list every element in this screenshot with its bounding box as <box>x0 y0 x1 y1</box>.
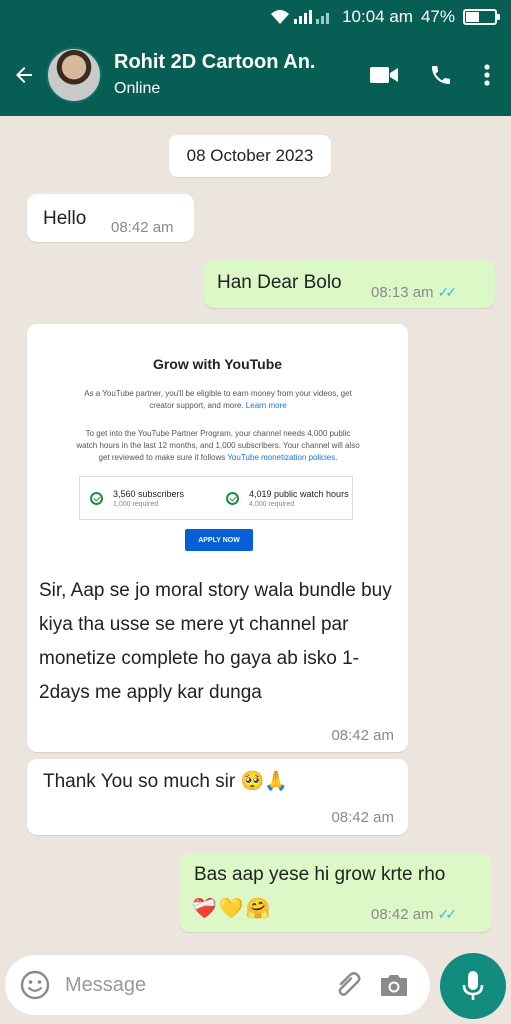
subscribers-stat: 3,560 subscribers 1,000 required <box>80 477 216 519</box>
message-text: Thank You so much sir 🥺🙏 <box>43 771 288 792</box>
yt-card-paragraph: As a YouTube partner, you'll be eligible… <box>76 388 360 412</box>
read-ticks-icon: ✓✓ <box>437 906 458 922</box>
message-outgoing[interactable]: Han Dear Bolo 08:13 am ✓✓ <box>204 260 495 308</box>
message-composer <box>5 955 430 1015</box>
more-options-button[interactable] <box>483 63 491 87</box>
read-ticks-icon: ✓✓ <box>437 284 458 300</box>
stat-required: 4,000 required <box>249 500 295 508</box>
signal-icon <box>294 9 330 24</box>
yt-para1-text: As a YouTube partner, you'll be eligible… <box>84 389 352 410</box>
yt-card-title: Grow with YouTube <box>152 356 283 372</box>
message-text: Sir, Aap se jo moral story wala bundle b… <box>39 580 392 703</box>
back-arrow-icon <box>16 66 32 83</box>
wifi-icon <box>271 9 290 24</box>
status-icons <box>270 9 334 25</box>
attach-icon <box>338 972 361 996</box>
message-incoming-image[interactable]: Grow with YouTube As a YouTube partner, … <box>27 324 408 752</box>
stat-value: 3,560 subscribers <box>113 488 185 499</box>
battery-percent: 47% <box>420 6 455 26</box>
stat-value: 4,019 public watch hours <box>249 488 349 499</box>
message-text: Hello <box>43 208 87 229</box>
contact-name: Rohit 2D Cartoon An. <box>114 51 316 73</box>
emoji-icon <box>20 970 50 1000</box>
camera-icon <box>381 975 407 996</box>
more-vert-icon <box>484 63 490 86</box>
yt-card-paragraph: To get into the YouTube Partner Program,… <box>76 428 360 464</box>
contact-info[interactable]: Rohit 2D Cartoon An. Online <box>114 51 369 98</box>
emoji-button[interactable] <box>17 965 53 1005</box>
message-time: 08:42 am <box>331 809 394 826</box>
chat-header: Rohit 2D Cartoon An. Online <box>0 33 511 116</box>
message-incoming[interactable]: Thank You so much sir 🥺🙏 08:42 am <box>27 759 408 835</box>
video-call-icon <box>370 66 398 83</box>
check-circle-icon <box>226 491 239 505</box>
mic-icon <box>462 971 484 1000</box>
message-meta: 08:42 am ✓✓ <box>371 906 458 923</box>
message-emojis: ❤️‍🩹💛🤗 <box>192 898 273 920</box>
learn-more-link: Learn more <box>245 401 287 410</box>
image-attachment[interactable]: Grow with YouTube As a YouTube partner, … <box>36 332 399 570</box>
status-bar: 10:04 am 47% <box>0 0 511 33</box>
message-outgoing[interactable]: Bas aap yese hi grow krte rho ❤️‍🩹💛🤗 08:… <box>179 854 492 932</box>
attach-button[interactable] <box>330 965 366 1005</box>
message-time: 08:13 am <box>371 284 434 301</box>
battery-icon <box>463 8 500 25</box>
camera-button[interactable] <box>376 965 412 1005</box>
chat-area[interactable]: 08 October 2023 Hello 08:42 am Han Dear … <box>0 116 511 946</box>
stat-required: 1,000 required <box>113 500 159 508</box>
message-text: Bas aap yese hi grow krte rho <box>194 864 446 885</box>
message-incoming[interactable]: Hello 08:42 am <box>27 194 194 242</box>
message-input[interactable] <box>65 973 330 997</box>
watch-hours-stat: 4,019 public watch hours 4,000 required <box>216 477 352 519</box>
video-call-button[interactable] <box>369 64 399 86</box>
back-button[interactable] <box>2 53 46 97</box>
check-circle-icon <box>90 491 103 505</box>
message-time: 08:42 am <box>371 906 434 923</box>
policies-link: YouTube monetization policies. <box>227 453 338 462</box>
status-time: 10:04 am <box>342 6 413 26</box>
phone-icon <box>432 65 450 84</box>
message-time: 08:42 am <box>111 219 174 236</box>
message-meta: 08:13 am ✓✓ <box>371 284 458 301</box>
message-text: Han Dear Bolo <box>217 272 342 293</box>
apply-now-button: APPLY NOW <box>185 529 253 551</box>
yt-stats-box: 3,560 subscribers 1,000 required 4,019 p… <box>79 476 353 520</box>
date-chip: 08 October 2023 <box>169 135 331 177</box>
voice-call-button[interactable] <box>429 63 453 87</box>
message-time: 08:42 am <box>331 727 394 744</box>
mic-button[interactable] <box>440 953 506 1019</box>
contact-status: Online <box>114 80 161 97</box>
avatar[interactable] <box>46 46 102 103</box>
